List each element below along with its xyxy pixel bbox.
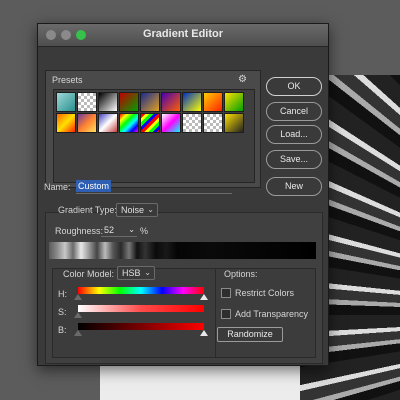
roughness-value: 52 xyxy=(104,225,115,235)
preset-swatch-1[interactable] xyxy=(56,92,76,112)
roughness-unit: % xyxy=(140,226,149,236)
hue-slider[interactable] xyxy=(78,287,204,294)
preset-swatch-9[interactable] xyxy=(224,92,244,112)
brightness-max-thumb[interactable] xyxy=(200,330,208,336)
presets-grid xyxy=(53,89,255,183)
preset-swatch-14[interactable] xyxy=(140,113,160,133)
preset-swatch-5[interactable] xyxy=(140,92,160,112)
gradient-editor-dialog: Gradient Editor Presets ⚙ OK Cancel Load… xyxy=(37,23,329,366)
preset-swatch-10[interactable] xyxy=(56,113,76,133)
load-button[interactable]: Load... xyxy=(266,125,322,144)
brightness-slider[interactable] xyxy=(78,323,204,330)
roughness-input[interactable]: 52 ⌄ xyxy=(101,224,137,237)
name-value: Custom xyxy=(76,180,112,192)
save-button[interactable]: Save... xyxy=(266,150,322,169)
restrict-colors-checkbox[interactable] xyxy=(221,288,231,298)
preset-swatch-16[interactable] xyxy=(182,113,202,133)
preset-swatch-13[interactable] xyxy=(119,113,139,133)
preset-swatch-4[interactable] xyxy=(119,92,139,112)
presets-panel: Presets ⚙ xyxy=(45,70,261,188)
options-label: Options: xyxy=(224,269,258,279)
noise-gradient-preview xyxy=(49,242,316,259)
preset-swatch-15[interactable] xyxy=(161,113,181,133)
gradient-type-dropdown[interactable]: Noise ⌄ xyxy=(116,203,158,217)
chevron-down-icon: ⌄ xyxy=(147,205,154,214)
color-model-label: Color Model: xyxy=(63,269,115,279)
preset-swatch-8[interactable] xyxy=(203,92,223,112)
new-button[interactable]: New xyxy=(266,177,322,196)
preset-swatch-2[interactable] xyxy=(77,92,97,112)
add-transparency-label: Add Transparency xyxy=(235,309,309,319)
presets-label: Presets xyxy=(52,75,83,85)
randomize-button[interactable]: Randomize xyxy=(217,327,283,342)
color-model-value: HSB xyxy=(122,268,141,278)
preset-swatch-11[interactable] xyxy=(77,113,97,133)
color-model-dropdown[interactable]: HSB ⌄ xyxy=(117,266,155,280)
hue-min-thumb[interactable] xyxy=(74,294,82,300)
preset-swatch-12[interactable] xyxy=(98,113,118,133)
dialog-title: Gradient Editor xyxy=(142,28,224,40)
hue-label: H: xyxy=(58,289,67,299)
restrict-colors-label: Restrict Colors xyxy=(235,288,295,298)
saturation-slider[interactable] xyxy=(78,305,204,312)
gear-icon[interactable]: ⚙ xyxy=(238,74,247,85)
preset-swatch-17[interactable] xyxy=(203,113,223,133)
cancel-button[interactable]: Cancel xyxy=(266,102,322,121)
ok-button[interactable]: OK xyxy=(266,77,322,96)
add-transparency-checkbox[interactable] xyxy=(221,309,231,319)
saturation-min-thumb[interactable] xyxy=(74,312,82,318)
chevron-down-icon: ⌄ xyxy=(144,268,151,277)
preset-swatch-18[interactable] xyxy=(224,113,244,133)
preset-swatch-6[interactable] xyxy=(161,92,181,112)
saturation-label: S: xyxy=(58,307,67,317)
gradient-type-value: Noise xyxy=(121,205,145,215)
roughness-label: Roughness: xyxy=(55,226,104,236)
title-bar[interactable]: Gradient Editor xyxy=(38,24,328,47)
brightness-min-thumb[interactable] xyxy=(74,330,82,336)
preset-swatch-7[interactable] xyxy=(182,92,202,112)
brightness-label: B: xyxy=(58,325,67,335)
name-input[interactable]: Custom xyxy=(76,180,232,194)
chevron-down-icon: ⌄ xyxy=(128,225,135,234)
hue-max-thumb[interactable] xyxy=(200,294,208,300)
name-label: Name: xyxy=(44,182,71,192)
preset-swatch-3[interactable] xyxy=(98,92,118,112)
gradient-type-label: Gradient Type: xyxy=(58,205,117,215)
